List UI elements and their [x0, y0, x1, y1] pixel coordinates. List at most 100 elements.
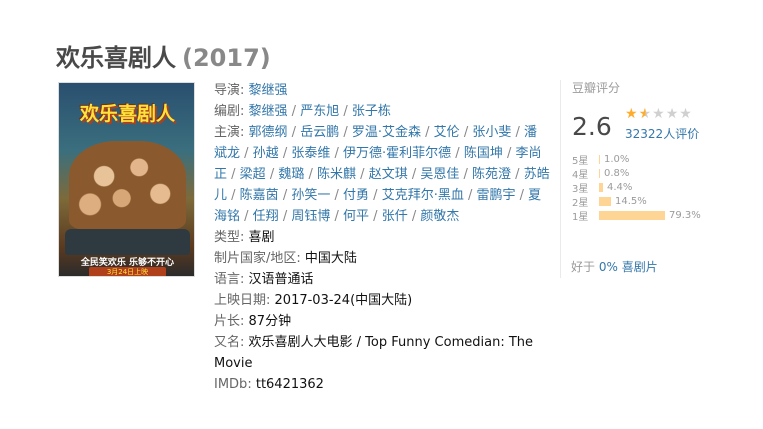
star-icon: ★ — [665, 106, 680, 122]
runtime-label: 片长: — [214, 314, 245, 329]
separator: / — [511, 125, 525, 140]
cast-link[interactable]: 张泰维 — [291, 146, 330, 161]
separator: / — [330, 146, 344, 161]
writer-label: 编剧: — [214, 104, 245, 119]
rating-bar-row: 1星 79.3% — [572, 208, 701, 223]
votes-suffix: 人评价 — [663, 127, 700, 141]
cast-link[interactable]: 陈国坤 — [464, 146, 503, 161]
cast-list: 郭德纲 / 岳云鹏 / 罗温·艾金森 / 艾伦 / 张小斐 / 潘斌龙 / 孙越… — [214, 125, 550, 224]
separator: / — [356, 167, 369, 182]
separator: / — [502, 146, 516, 161]
cast-link[interactable]: 颜敬杰 — [420, 209, 459, 224]
cast-link[interactable]: 雷鹏宇 — [476, 188, 515, 203]
rating-score: 2.6 — [572, 112, 612, 141]
cast-link[interactable]: 孙越 — [253, 146, 279, 161]
separator: / — [369, 209, 382, 224]
cast-link[interactable]: 张仟 — [382, 209, 408, 224]
language-label: 语言: — [214, 272, 245, 287]
separator: / — [515, 188, 529, 203]
separator: / — [459, 167, 473, 182]
aka-row: 又名: 欢乐喜剧人大电影 / Top Funny Comedian: The M… — [214, 332, 550, 374]
separator: / — [278, 188, 292, 203]
rating-bar-fill — [599, 196, 611, 206]
aka-label: 又名: — [214, 335, 245, 350]
separator: / — [463, 188, 477, 203]
better-value-link[interactable]: 0% 喜剧片 — [599, 260, 658, 274]
cast-link[interactable]: 陈苑澄 — [472, 167, 511, 182]
movie-year: (2017) — [182, 44, 271, 72]
cast-link[interactable]: 吴恩佳 — [420, 167, 459, 182]
genre-row: 类型: 喜剧 — [214, 227, 550, 248]
cast-row: 主演: 郭德纲 / 岳云鹏 / 罗温·艾金森 / 艾伦 / 张小斐 / 潘斌龙 … — [214, 122, 550, 227]
separator: / — [339, 104, 352, 119]
cast-link[interactable]: 岳云鹏 — [300, 125, 339, 140]
director-row: 导演: 黎继强 — [214, 80, 550, 101]
aka-value: 欢乐喜剧人大电影 / Top Funny Comedian: The Movie — [214, 335, 534, 371]
rating-bar-fill — [599, 168, 600, 178]
director-label: 导演: — [214, 83, 245, 98]
rating-bar-label: 3星 — [572, 183, 589, 195]
movie-title: 欢乐喜剧人 — [56, 44, 176, 72]
movie-poster[interactable]: 欢乐喜剧人 全民笑欢乐 乐够不开心 3月24日上映 — [58, 82, 195, 277]
cast-link[interactable]: 张小斐 — [472, 125, 511, 140]
writer-link[interactable]: 黎继强 — [249, 104, 288, 119]
cast-link[interactable]: 伊万德·霍利菲尔德 — [343, 146, 451, 161]
separator: / — [304, 167, 318, 182]
poster-date: 3月24日上映 — [89, 267, 166, 276]
separator: / — [451, 146, 464, 161]
writer-list: 黎继强 / 严东旭 / 张子栋 — [249, 104, 391, 119]
director-list: 黎继强 — [249, 83, 288, 98]
cast-link[interactable]: 罗温·艾金森 — [352, 125, 421, 140]
release-label: 上映日期: — [214, 293, 271, 308]
cast-link[interactable]: 周钰博 — [291, 209, 330, 224]
separator: / — [287, 125, 301, 140]
imdb-value: tt6421362 — [255, 377, 324, 392]
cast-link[interactable]: 任翔 — [253, 209, 279, 224]
rating-bar-row: 5星 1.0% — [572, 152, 701, 167]
rating-bar-label: 4星 — [572, 169, 589, 181]
cast-link[interactable]: 艾伦 — [434, 125, 460, 140]
separator: / — [265, 167, 279, 182]
cast-link[interactable]: 郭德纲 — [249, 125, 288, 140]
language-value: 汉语普通话 — [248, 272, 314, 287]
poster-cast-art — [69, 141, 186, 229]
separator: / — [511, 167, 524, 182]
better-prefix: 好于 — [571, 260, 596, 274]
cast-link[interactable]: 陈嘉茵 — [240, 188, 279, 203]
separator: / — [407, 167, 421, 182]
votes-count: 32322 — [625, 127, 664, 141]
runtime-value: 87分钟 — [248, 314, 292, 329]
cast-link[interactable]: 艾克拜尔·黑血 — [382, 188, 464, 203]
cast-link[interactable]: 何平 — [343, 209, 369, 224]
separator: / — [407, 209, 421, 224]
rating-bar-percent: 4.4% — [607, 181, 633, 193]
writer-link[interactable]: 张子栋 — [352, 104, 391, 119]
cast-link[interactable]: 孙笑一 — [291, 188, 330, 203]
writer-link[interactable]: 严东旭 — [300, 104, 339, 119]
genre-label: 类型: — [214, 230, 245, 245]
rating-bar-fill — [599, 182, 603, 192]
separator: / — [227, 167, 240, 182]
rating-votes-link[interactable]: 32322人评价 — [625, 125, 699, 142]
rating-bar-row: 4星 0.8% — [572, 166, 701, 181]
better-than: 好于 0% 喜剧片 — [571, 258, 658, 275]
cast-link[interactable]: 魏璐 — [278, 167, 304, 182]
country-label: 制片国家/地区: — [214, 251, 301, 266]
poster-car-art — [65, 229, 190, 255]
cast-link[interactable]: 陈米麒 — [317, 167, 356, 182]
rating-stars: ★★★★★ — [625, 106, 693, 122]
rating-bar-fill — [599, 154, 600, 164]
release-value: 2017-03-24(中国大陆) — [274, 293, 413, 308]
separator: / — [369, 188, 382, 203]
cast-link[interactable]: 赵文琪 — [369, 167, 408, 182]
star-icon: ★ — [625, 106, 639, 122]
rating-bar-percent: 1.0% — [604, 153, 630, 165]
rating-bar-label: 5星 — [572, 155, 589, 167]
poster-title: 欢乐喜剧人 — [79, 103, 175, 125]
runtime-row: 片长: 87分钟 — [214, 311, 550, 332]
genre-value: 喜剧 — [248, 230, 275, 245]
cast-link[interactable]: 付勇 — [343, 188, 369, 203]
director-link[interactable]: 黎继强 — [249, 83, 288, 98]
separator: / — [278, 146, 292, 161]
cast-link[interactable]: 梁超 — [240, 167, 266, 182]
